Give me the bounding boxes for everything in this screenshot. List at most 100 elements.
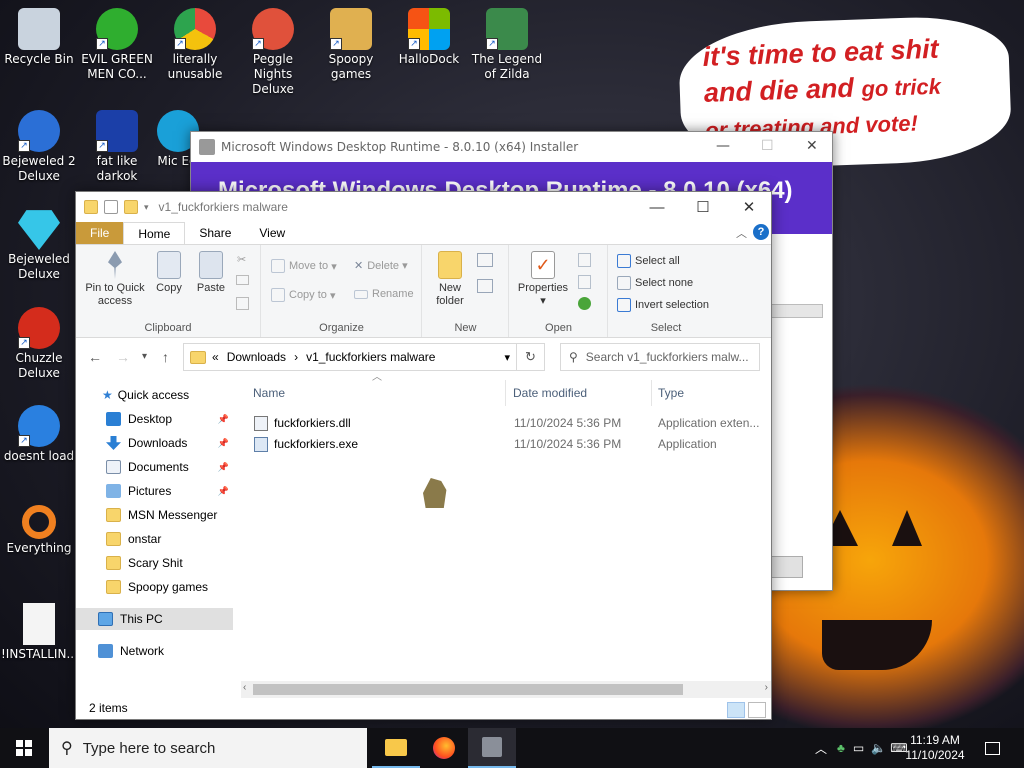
- desktop-icon-zilda[interactable]: ↗ The Legend of Zilda: [469, 8, 545, 82]
- select-all-button[interactable]: Select all: [617, 254, 680, 268]
- new-folder-icon[interactable]: [124, 200, 138, 214]
- installer-titlebar[interactable]: Microsoft Windows Desktop Runtime - 8.0.…: [191, 132, 832, 162]
- file-row[interactable]: fuckforkiers.dll 11/10/2024 5:36 PM Appl…: [241, 413, 769, 434]
- scrollbar-thumb[interactable]: [253, 684, 683, 695]
- tab-file[interactable]: File: [76, 222, 124, 244]
- file-row[interactable]: fuckforkiers.exe 11/10/2024 5:36 PM Appl…: [241, 434, 769, 455]
- qat-dropdown-icon[interactable]: ▾: [144, 202, 149, 213]
- desktop-icon-recycle-bin[interactable]: Recycle Bin: [1, 8, 77, 67]
- taskbar-file-explorer[interactable]: [372, 728, 420, 768]
- desktop-icon-thunderbird[interactable]: ↗ doesnt load: [1, 405, 77, 464]
- network-icon[interactable]: ▭: [853, 741, 864, 755]
- paste-button[interactable]: Paste: [194, 251, 228, 295]
- nav-item-msn-messenger[interactable]: MSN Messenger: [76, 504, 233, 526]
- breadcrumb-separator[interactable]: ›: [294, 350, 298, 364]
- delete-button[interactable]: ✕ Delete ▾: [354, 259, 408, 273]
- start-button[interactable]: [0, 728, 48, 768]
- horizontal-scrollbar[interactable]: ‹ ›: [241, 681, 771, 698]
- pin-icon[interactable]: 📌: [218, 438, 229, 449]
- column-name[interactable]: Name: [253, 380, 285, 406]
- select-none-button[interactable]: Select none: [617, 276, 693, 290]
- taskbar-firefox[interactable]: [420, 728, 468, 768]
- tab-share[interactable]: Share: [185, 222, 245, 244]
- notification-button[interactable]: [968, 728, 1016, 768]
- taskbar-installer[interactable]: [468, 728, 516, 768]
- search-input[interactable]: ⚲ Search v1_fuckforkiers malw...: [560, 343, 760, 371]
- volume-icon[interactable]: 🔈: [871, 741, 886, 755]
- show-hidden-icons-chevron-icon[interactable]: ︿: [815, 740, 827, 757]
- desktop-icon-literally-unusable[interactable]: ↗ literally unusable: [157, 8, 233, 82]
- maximize-icon[interactable]: ☐: [761, 138, 774, 154]
- invert-selection-button[interactable]: Invert selection: [617, 298, 709, 312]
- installer-button[interactable]: [771, 556, 803, 578]
- desktop-icon-bejeweled[interactable]: Bejeweled Deluxe: [1, 208, 77, 282]
- pin-icon[interactable]: 📌: [218, 462, 229, 473]
- paste-shortcut-icon[interactable]: [236, 297, 249, 310]
- pin-quick-access-button[interactable]: Pin to Quick access: [82, 251, 148, 308]
- pin-icon[interactable]: 📌: [218, 414, 229, 425]
- address-bar[interactable]: « Downloads › v1_fuckforkiers malware ▾ …: [183, 343, 545, 371]
- maximize-icon[interactable]: ☐: [680, 192, 726, 222]
- large-icons-view-icon[interactable]: [748, 702, 766, 718]
- up-arrow-icon[interactable]: ↑: [162, 349, 169, 365]
- tab-home[interactable]: Home: [123, 222, 186, 244]
- easy-access-icon[interactable]: [477, 279, 493, 293]
- nav-item-downloads[interactable]: Downloads 📌: [76, 432, 233, 454]
- rename-button[interactable]: Rename: [354, 288, 414, 300]
- scroll-left-icon[interactable]: ‹: [243, 682, 246, 693]
- column-type[interactable]: Type: [658, 380, 684, 406]
- move-to-button[interactable]: Move to ▾: [271, 259, 337, 273]
- cut-icon[interactable]: ✂: [237, 253, 246, 266]
- taskbar-search-input[interactable]: ⚲ Type here to search: [49, 728, 367, 768]
- details-view-icon[interactable]: [727, 702, 745, 718]
- copy-path-icon[interactable]: [236, 275, 249, 285]
- new-item-icon[interactable]: [477, 253, 493, 267]
- recent-dropdown-icon[interactable]: ▾: [142, 351, 147, 362]
- new-folder-button[interactable]: New folder: [429, 251, 471, 308]
- nav-item-desktop[interactable]: Desktop 📌: [76, 408, 233, 430]
- nav-network[interactable]: Network: [76, 640, 233, 662]
- back-arrow-icon[interactable]: ←: [88, 349, 102, 365]
- minimize-icon[interactable]: —: [716, 138, 730, 154]
- desktop-icon-fat-like-darkok[interactable]: ↗ fat like darkok: [79, 110, 155, 184]
- desktop-icon-everything[interactable]: Everything: [1, 505, 77, 556]
- nav-this-pc[interactable]: This PC: [76, 608, 233, 630]
- desktop-icon-evil-green-men[interactable]: ↗ EVIL GREEN MEN CO...: [79, 8, 155, 82]
- copy-to-button[interactable]: Copy to ▾: [271, 288, 336, 302]
- nav-item-spoopy-games[interactable]: Spoopy games: [76, 576, 233, 598]
- tab-view[interactable]: View: [245, 222, 299, 244]
- desktop-icon-hallodock[interactable]: ↗ HalloDock: [391, 8, 467, 67]
- forward-arrow-icon[interactable]: →: [116, 349, 130, 365]
- tray-app-icon[interactable]: ♣: [837, 741, 845, 755]
- refresh-icon[interactable]: ↻: [516, 344, 544, 370]
- address-dropdown-icon[interactable]: ▾: [504, 351, 510, 364]
- copy-button[interactable]: Copy: [152, 251, 186, 295]
- edit-icon[interactable]: [578, 275, 591, 289]
- history-icon[interactable]: [578, 297, 591, 310]
- properties-check-icon[interactable]: [104, 200, 118, 214]
- open-icon[interactable]: [578, 253, 591, 267]
- nav-item-documents[interactable]: Documents 📌: [76, 456, 233, 478]
- nav-item-onstar[interactable]: onstar: [76, 528, 233, 550]
- desktop-icon-peggle[interactable]: ↗ Peggle Nights Deluxe: [235, 8, 311, 97]
- nav-item-scary-shit[interactable]: Scary Shit: [76, 552, 233, 574]
- desktop-icon-spoopy-games[interactable]: ↗ Spoopy games: [313, 8, 389, 82]
- file-explorer-window[interactable]: ▾ v1_fuckforkiers malware — ☐ ✕ File Hom…: [75, 191, 772, 720]
- breadcrumb-downloads[interactable]: Downloads: [227, 350, 286, 364]
- scroll-right-icon[interactable]: ›: [765, 682, 768, 693]
- properties-button[interactable]: ✓ Properties ▾: [514, 251, 572, 308]
- desktop-icon-installing[interactable]: !INSTALLIN...: [1, 603, 78, 662]
- desktop-icon-bejeweled-2[interactable]: ↗ Bejeweled 2 Deluxe: [1, 110, 77, 184]
- help-icon[interactable]: ?: [753, 224, 769, 240]
- nav-quick-access[interactable]: ★ Quick access: [76, 384, 233, 406]
- nav-item-pictures[interactable]: Pictures 📌: [76, 480, 233, 502]
- pin-icon[interactable]: 📌: [218, 486, 229, 497]
- minimize-icon[interactable]: —: [634, 192, 680, 222]
- breadcrumb-current[interactable]: v1_fuckforkiers malware: [306, 350, 435, 364]
- close-icon[interactable]: ✕: [806, 138, 818, 154]
- breadcrumb-overflow[interactable]: «: [212, 350, 219, 364]
- desktop-icon-chuzzle[interactable]: ↗ Chuzzle Deluxe: [1, 307, 77, 381]
- collapse-ribbon-icon[interactable]: ︿: [736, 225, 747, 241]
- clock[interactable]: 11:19 AM 11/10/2024: [905, 728, 965, 768]
- column-date[interactable]: Date modified: [513, 380, 587, 406]
